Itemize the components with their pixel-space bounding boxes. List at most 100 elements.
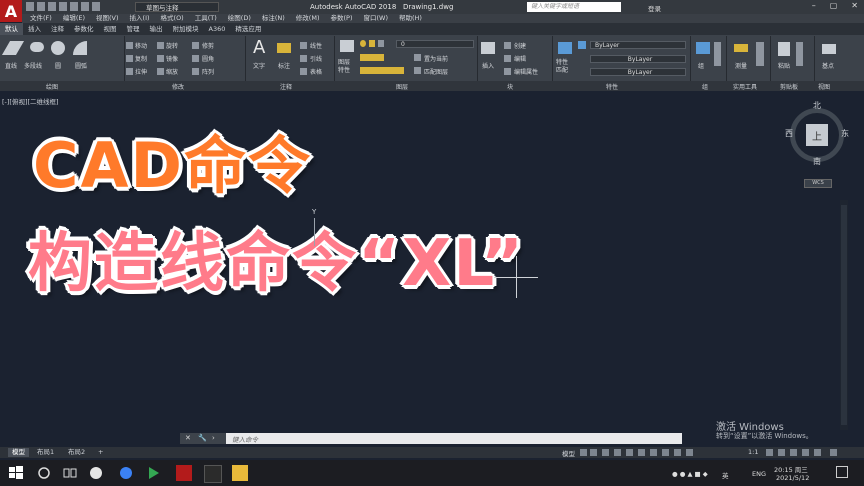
autocad-logo-icon[interactable]: A [0,0,22,22]
help-search-input[interactable]: 键入关键字或短语 [527,2,621,12]
layer-freeze-icon[interactable] [369,40,375,47]
language-indicator[interactable]: ENG [752,470,766,478]
create-block-button[interactable]: 创建 [514,41,526,50]
print-icon[interactable] [70,2,78,11]
dimension-icon[interactable] [277,43,291,53]
tab-home[interactable]: 默认 [0,23,23,35]
panel-title-modify[interactable]: 修改 [172,82,184,91]
clock-date[interactable]: 2021/5/12 [776,474,809,482]
app-icon[interactable] [146,465,162,481]
menu-item[interactable]: 帮助(H) [399,14,422,23]
login-button[interactable]: 登录 [648,3,661,13]
navigation-bar-track[interactable] [841,205,847,425]
base-point-icon[interactable] [822,44,836,54]
file-explorer-icon[interactable] [232,465,248,481]
edit-block-button[interactable]: 编辑 [514,54,526,63]
recorder-taskbar-icon[interactable] [204,465,222,483]
panel-title-groups[interactable]: 组 [702,82,708,91]
menu-item[interactable]: 修改(M) [296,14,320,23]
panel-title-clipboard[interactable]: 剪贴板 [780,82,798,91]
menu-item[interactable]: 工具(T) [195,14,217,23]
table-button[interactable]: 表格 [310,67,322,76]
save-icon[interactable] [48,2,56,11]
color-dropdown[interactable]: ByLayer [590,41,686,49]
workspace-dropdown[interactable]: 草图与注释 [135,2,219,12]
workspace-gear-icon[interactable] [766,449,773,456]
leader-button[interactable]: 引线 [310,54,322,63]
selection-cycling-icon[interactable] [650,449,657,456]
layer-lock-icon[interactable] [378,40,384,47]
rotate-icon[interactable] [157,42,164,49]
viewcube-top[interactable]: 上 [806,124,828,146]
navigation-bar[interactable] [840,200,848,430]
menu-item[interactable]: 视图(V) [96,14,119,23]
text-button[interactable]: 文字 [253,61,265,70]
trim-icon[interactable] [192,42,199,49]
fillet-button[interactable]: 圆角 [202,54,214,63]
polyline-button[interactable]: 多段线 [24,61,42,70]
match-properties-button[interactable]: 特性 匹配 [556,59,568,75]
ortho-icon[interactable] [602,449,609,456]
move-button[interactable]: 移动 [135,41,147,50]
menu-item[interactable]: 文件(F) [30,14,52,23]
stretch-button[interactable]: 拉伸 [135,67,147,76]
match-layer-icon[interactable] [414,67,421,74]
polyline-icon[interactable] [30,42,44,52]
panel-title-utilities[interactable]: 实用工具 [733,82,757,91]
linear-icon[interactable] [300,42,307,49]
annotation-scale-icon[interactable] [686,449,693,456]
edit-attr-icon[interactable] [504,68,511,75]
osnap-icon[interactable] [626,449,633,456]
viewcube-north[interactable]: 北 [813,100,821,111]
layer-properties-icon[interactable] [340,40,354,52]
tab-parametric[interactable]: 参数化 [69,23,99,35]
panel-title-block[interactable]: 块 [507,82,513,91]
snap-icon[interactable] [590,449,597,456]
layer-dropdown[interactable]: 0 [396,40,474,48]
minimize-icon[interactable]: – [812,1,816,10]
tab-insert[interactable]: 插入 [23,23,46,35]
create-block-icon[interactable] [504,42,511,49]
stretch-icon[interactable] [126,68,133,75]
scale-button[interactable]: 缩放 [166,67,178,76]
autocad-taskbar-icon[interactable] [176,465,192,481]
annotation-visibility-icon[interactable] [662,449,669,456]
lineweight-icon[interactable] [638,449,645,456]
task-view-icon[interactable] [62,465,78,481]
viewcube-east[interactable]: 东 [841,128,849,139]
group-icon[interactable] [696,42,710,54]
panel-title-layers[interactable]: 图层 [396,82,408,91]
paste-button[interactable]: 粘贴 [778,61,790,70]
panel-title-view[interactable]: 视图 [818,82,830,91]
polar-icon[interactable] [614,449,621,456]
edit-block-icon[interactable] [504,55,511,62]
tab-layout2[interactable]: 布局2 [64,448,89,457]
measure-icon[interactable] [734,44,748,52]
tab-addins[interactable]: 附加模块 [168,23,204,35]
autoscale-icon[interactable] [674,449,681,456]
clipboard-tools-icon[interactable] [796,42,803,66]
lineweight-dropdown[interactable]: ByLayer [590,68,686,76]
insert-block-icon[interactable] [481,42,495,54]
viewcube-south[interactable]: 南 [813,156,821,167]
annotation-scale-value[interactable]: 1:1 [748,448,758,456]
base-point-button[interactable]: 基点 [822,61,834,70]
layer-tools-icon[interactable] [360,54,384,61]
group-button[interactable]: 组 [698,61,704,70]
make-current-icon[interactable] [414,54,421,61]
tab-output[interactable]: 输出 [145,23,168,35]
linear-button[interactable]: 线性 [310,41,322,50]
layer-properties-button[interactable]: 图层 特性 [338,59,350,75]
hardware-accel-icon[interactable] [802,449,809,456]
redo-icon[interactable] [92,2,100,11]
edit-attr-button[interactable]: 编辑属性 [514,67,538,76]
new-icon[interactable] [26,2,34,11]
array-icon[interactable] [192,68,199,75]
undo-icon[interactable] [81,2,89,11]
input-method-indicator[interactable]: 英 [722,470,729,480]
model-space-button[interactable]: 模型 [562,448,575,458]
mirror-icon[interactable] [157,55,164,62]
tray-icons[interactable]: ● ● ▲ ■ ◆ [672,470,708,478]
maximize-icon[interactable]: ▢ [830,1,838,10]
table-icon[interactable] [300,68,307,75]
